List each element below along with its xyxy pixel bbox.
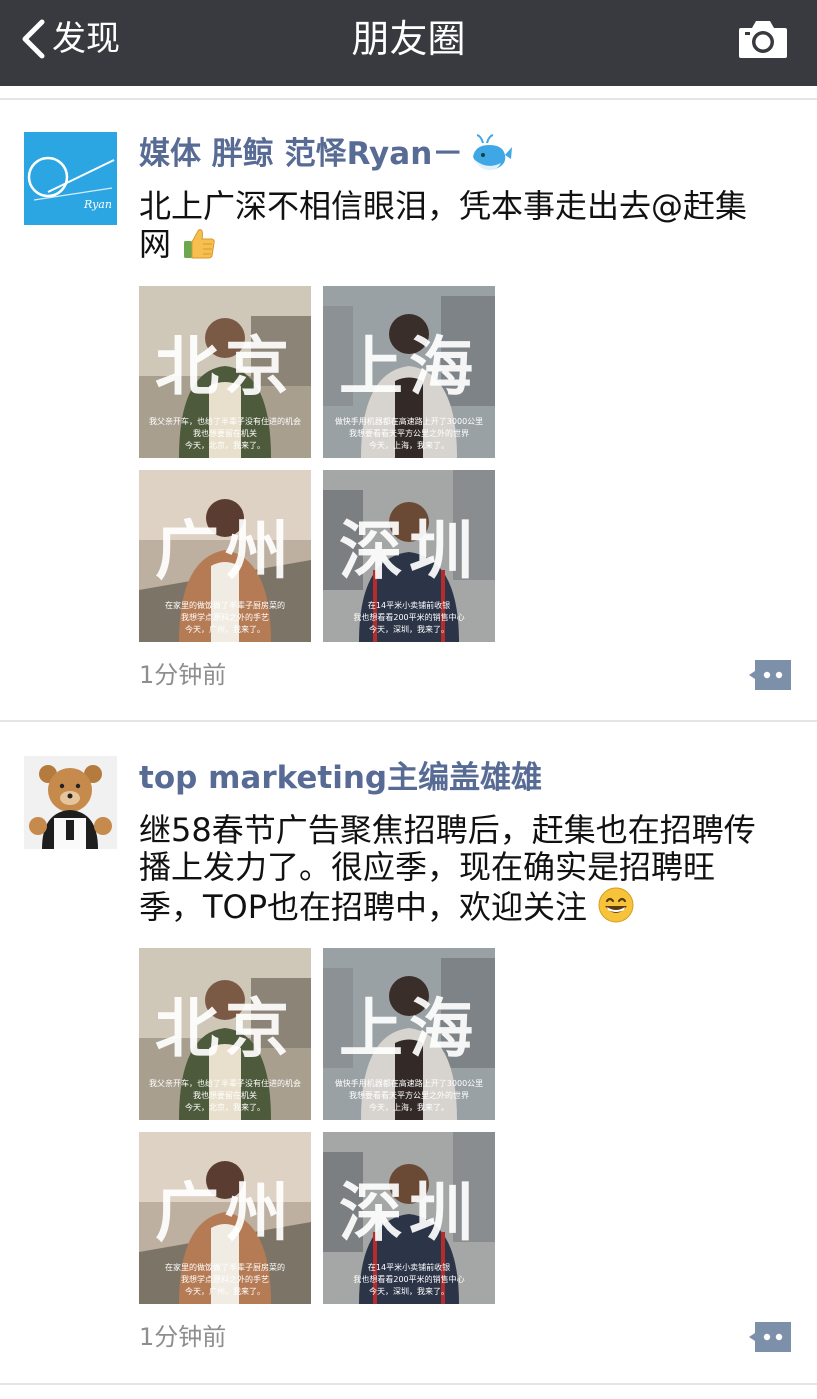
- whale-icon: [473, 134, 513, 171]
- divider: [0, 98, 817, 100]
- photo-beijing[interactable]: 北京 我父亲开车，也给了半辈子没有住进的机会 我也想要留在机关 今天，北京，我来…: [139, 948, 311, 1120]
- post-timestamp: 1分钟前: [139, 1323, 227, 1351]
- photo-shenzhen[interactable]: 深圳 在14平米小卖铺前收银 我也想看看200平米的销售中心 今天，深圳，我来了…: [323, 470, 495, 642]
- photo-guangzhou[interactable]: 广州 在家里的做饭做了半辈子厨房菜的 我想学点原料之外的手艺 今天，广州，我来了…: [139, 470, 311, 642]
- grinning-face-icon: [598, 887, 634, 923]
- comment-icon[interactable]: [749, 1322, 791, 1352]
- image-grid: 北京 我父亲开车，也给了半辈子没有住进的机会 我也想要留在机关 今天，北京，我来…: [139, 948, 495, 1304]
- author-name[interactable]: 媒体 胖鲸 范怿Ryan－: [139, 133, 513, 175]
- photo-guangzhou[interactable]: 广州 在家里的做饭做了半辈子厨房菜的 我想学点原料之外的手艺 今天，广州，我来了…: [139, 1132, 311, 1304]
- thumbs-up-icon: [184, 229, 215, 259]
- image-grid: 北京 我父亲开车，也给了半辈子没有住进的机会 我也想要留在机关 今天，北京，我来…: [139, 286, 495, 642]
- author-name[interactable]: top marketing主编盖雄雄: [139, 757, 542, 799]
- navbar: 发现 朋友圈: [0, 0, 817, 86]
- camera-icon[interactable]: [737, 18, 789, 60]
- avatar-ryan-logo: Ryan: [24, 132, 117, 225]
- svg-text:Ryan: Ryan: [83, 198, 112, 211]
- page-title: 朋友圈: [351, 17, 466, 61]
- comment-icon[interactable]: [749, 660, 791, 690]
- avatar[interactable]: Ryan: [24, 132, 117, 225]
- avatar[interactable]: [24, 756, 117, 849]
- post-text: 继58春节广告聚焦招聘后，赶集也在招聘传 播上发力了。很应季，现在确实是招聘旺 …: [139, 811, 756, 926]
- photo-shanghai[interactable]: 上海 做快手用机器都在高速路上开了3000公里 我想要看看天平方公里之外的世界 …: [323, 286, 495, 458]
- divider: [0, 1383, 817, 1385]
- post-text: 北上广深不相信眼泪，凭本事走出去@赶集 网: [139, 187, 748, 263]
- photo-beijing[interactable]: 北京 我父亲开车，也给了半辈子没有住进的机会 我也想要留在机关 今天，北京，我来…: [139, 286, 311, 458]
- divider: [0, 720, 817, 722]
- photo-shenzhen[interactable]: 深圳 在14平米小卖铺前收银 我也想看看200平米的销售中心 今天，深圳，我来了…: [323, 1132, 495, 1304]
- teddy-bear-avatar: [24, 756, 117, 849]
- photo-shanghai[interactable]: 上海 做快手用机器都在高速路上开了3000公里 我想要看看天平方公里之外的世界 …: [323, 948, 495, 1120]
- post-timestamp: 1分钟前: [139, 661, 227, 689]
